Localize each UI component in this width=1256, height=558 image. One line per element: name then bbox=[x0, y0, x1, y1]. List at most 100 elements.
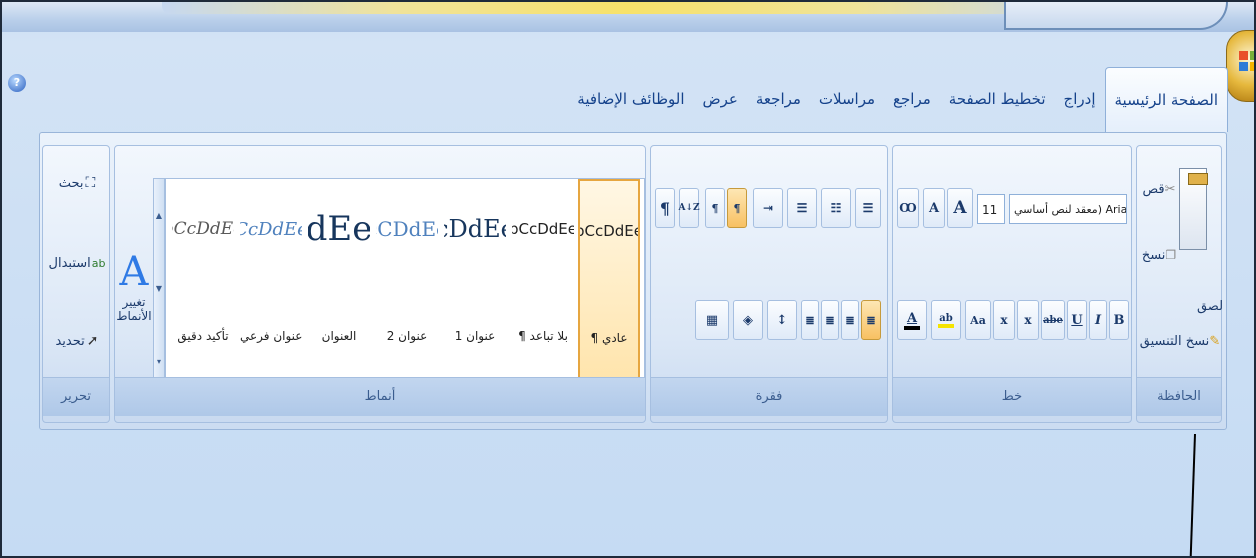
paste-clip-icon bbox=[1188, 173, 1208, 185]
style-sample: CcDdEe bbox=[240, 218, 302, 240]
clear-format-button[interactable]: Ꝏ bbox=[897, 188, 919, 228]
word-ribbon-window: ? الصفحة الرئيسية إدراج تخطيط الصفحة مرا… bbox=[0, 0, 1256, 558]
bullets-icon: ☰ bbox=[862, 201, 874, 215]
paste-icon bbox=[1179, 168, 1208, 250]
rtl-button[interactable]: ¶ bbox=[727, 188, 747, 228]
styles-gallery-scroll[interactable]: ▲ ▼ ▾ bbox=[153, 178, 165, 398]
format-painter-label: نسخ التنسيق bbox=[1139, 333, 1210, 349]
ltr-button[interactable]: ¶ bbox=[705, 188, 725, 228]
paragraph-group-label: فقرة bbox=[651, 377, 887, 416]
underline-button[interactable]: U bbox=[1067, 300, 1087, 340]
style-title[interactable]: dEe العنوان bbox=[308, 179, 370, 397]
shading-icon: ◈ bbox=[743, 312, 753, 328]
title-bar bbox=[2, 2, 1254, 32]
tab-view[interactable]: عرض bbox=[694, 66, 747, 132]
highlight-button[interactable]: ab bbox=[931, 300, 961, 340]
bullets-button[interactable]: ☰ bbox=[855, 188, 881, 228]
scroll-down-icon[interactable]: ▼ bbox=[154, 252, 164, 325]
align-right-icon: ≣ bbox=[866, 313, 876, 327]
change-styles-label: تغيير الأنماط bbox=[116, 295, 152, 323]
multilevel-list-icon: ☰ bbox=[796, 201, 808, 215]
group-clipboard: قص ✂ نسخ ❐ نسخ التنسيق ✎ لصق ⌐ الحافظة bbox=[1136, 145, 1224, 423]
style-no-spacing[interactable]: bCcDdEe ¶ بلا تباعد bbox=[512, 179, 574, 397]
center-button[interactable]: ≣ bbox=[841, 300, 859, 340]
change-styles-button[interactable]: A تغيير الأنماط bbox=[116, 176, 152, 396]
format-painter-button[interactable]: نسخ التنسيق ✎ bbox=[1139, 326, 1221, 356]
style-sample: bCcDdEe bbox=[172, 219, 234, 239]
borders-button[interactable]: ▦ bbox=[695, 300, 729, 340]
paste-button[interactable] bbox=[1177, 158, 1221, 286]
justify-button[interactable]: ≣ bbox=[801, 300, 819, 340]
scissors-icon: ✂ bbox=[1164, 181, 1176, 197]
change-case-button[interactable]: Aa bbox=[965, 300, 991, 340]
style-subtitle[interactable]: CcDdEe عنوان فرعي bbox=[240, 179, 302, 397]
style-heading1[interactable]: cDdEe عنوان 1 bbox=[444, 179, 506, 397]
borders-icon: ▦ bbox=[705, 312, 719, 328]
style-name: عنوان 1 bbox=[454, 329, 496, 343]
font-color-button[interactable]: A bbox=[897, 300, 927, 340]
paintbrush-icon: ✎ bbox=[1209, 333, 1221, 349]
style-normal[interactable]: bCcDdEe ¶ عادي bbox=[578, 179, 640, 397]
indent-icon: ⇥ bbox=[762, 201, 774, 215]
group-font: Ꝏ A A 11 معقد لنص أساسي) Arial A ab Aa x… bbox=[892, 145, 1132, 423]
help-icon[interactable]: ? bbox=[8, 74, 26, 92]
superscript-button[interactable]: x bbox=[993, 300, 1015, 340]
sort-button[interactable]: A↓Z bbox=[678, 188, 700, 228]
tab-review[interactable]: مراجعة bbox=[747, 66, 810, 132]
style-sample: dEe bbox=[308, 209, 370, 249]
align-left-button[interactable]: ≣ bbox=[821, 300, 839, 340]
grow-font-button[interactable]: A bbox=[947, 188, 973, 228]
shading-button[interactable]: ◈ bbox=[733, 300, 763, 340]
style-sample: bCcDdEe bbox=[512, 220, 574, 238]
justify-icon: ≣ bbox=[805, 313, 815, 327]
align-right-button[interactable]: ≣ bbox=[861, 300, 881, 340]
font-size-combo[interactable]: 11 bbox=[977, 194, 1005, 224]
cut-label: قص bbox=[1142, 181, 1165, 197]
bold-button[interactable]: B bbox=[1109, 300, 1129, 340]
strikethrough-button[interactable]: abe bbox=[1041, 300, 1065, 340]
tab-addins[interactable]: الوظائف الإضافية bbox=[568, 66, 693, 132]
font-size-value: 11 bbox=[982, 203, 998, 217]
tab-page-layout[interactable]: تخطيط الصفحة bbox=[940, 66, 1055, 132]
font-name-value: معقد لنص أساسي) Arial bbox=[1014, 203, 1127, 216]
subscript-button[interactable]: x bbox=[1017, 300, 1039, 340]
center-icon: ≣ bbox=[845, 313, 855, 327]
paste-label: لصق bbox=[1196, 298, 1224, 314]
replace-button[interactable]: استبدال ab bbox=[47, 246, 107, 280]
style-name: ¶ بلا تباعد bbox=[518, 329, 568, 343]
copy-button[interactable]: نسخ ❐ bbox=[1139, 240, 1179, 270]
copy-label: نسخ bbox=[1141, 247, 1166, 263]
clipboard-group-label: الحافظة bbox=[1137, 377, 1221, 416]
editing-group-label: تحرير bbox=[43, 377, 109, 416]
line-spacing-button[interactable]: ↕ bbox=[767, 300, 797, 340]
copy-icon: ❐ bbox=[1165, 248, 1177, 262]
find-button[interactable]: بحث ⛶ bbox=[47, 166, 107, 200]
style-subtle-emphasis[interactable]: bCcDdEe تأكيد دقيق bbox=[172, 179, 234, 397]
tab-mailings[interactable]: مراسلات bbox=[810, 66, 884, 132]
style-name: العنوان bbox=[321, 329, 357, 343]
numbering-button[interactable]: ☷ bbox=[821, 188, 851, 228]
shrink-font-button[interactable]: A bbox=[923, 188, 945, 228]
change-styles-icon: A bbox=[119, 249, 149, 295]
style-heading2[interactable]: cCDdEe عنوان 2 bbox=[376, 179, 438, 397]
replace-icon: ab bbox=[91, 256, 106, 270]
tab-insert[interactable]: إدراج bbox=[1055, 66, 1105, 132]
font-color-icon: A bbox=[906, 310, 918, 326]
indent-button[interactable]: ⇥ bbox=[753, 188, 783, 228]
italic-button[interactable]: I bbox=[1089, 300, 1107, 340]
tab-references[interactable]: مراجع bbox=[884, 66, 940, 132]
multilevel-list-button[interactable]: ☰ bbox=[787, 188, 817, 228]
paste-dropdown[interactable]: لصق bbox=[1196, 286, 1224, 326]
tab-home[interactable]: الصفحة الرئيسية bbox=[1104, 66, 1228, 132]
highlight-icon: ab bbox=[939, 312, 953, 324]
replace-label: استبدال bbox=[48, 255, 91, 271]
scroll-up-icon[interactable]: ▲ bbox=[154, 179, 164, 252]
title-frame bbox=[1004, 2, 1228, 30]
cut-button[interactable]: قص ✂ bbox=[1139, 174, 1179, 204]
show-marks-button[interactable]: ¶ bbox=[655, 188, 675, 228]
font-name-combo[interactable]: معقد لنص أساسي) Arial bbox=[1009, 194, 1127, 224]
style-sample: bCcDdEe bbox=[580, 222, 638, 240]
select-button[interactable]: تحديد ➚ bbox=[47, 324, 107, 358]
styles-group-label: أنماط bbox=[115, 377, 645, 416]
styles-gallery: bCcDdEe تأكيد دقيق CcDdEe عنوان فرعي dEe… bbox=[165, 178, 645, 400]
